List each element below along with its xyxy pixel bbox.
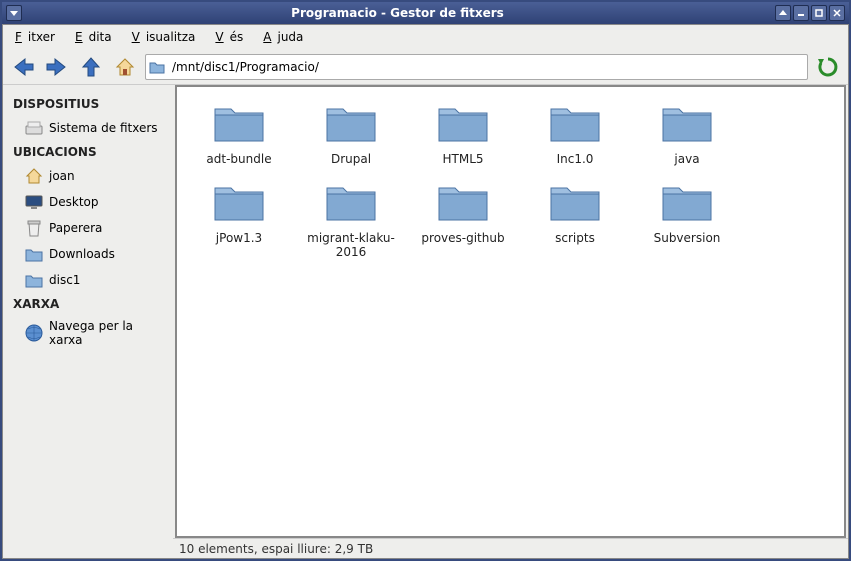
titlebar[interactable]: Programacio - Gestor de fitxers [2,2,849,24]
shade-button[interactable] [775,5,791,21]
trash-icon [25,219,43,237]
file-item[interactable]: HTML5 [407,101,519,166]
menubar: Fitxer Edita Visualitza Vés Ajuda [3,25,848,49]
folder-icon [547,101,603,148]
maximize-button[interactable] [811,5,827,21]
network-header: XARXA [9,293,167,315]
drive-icon [25,119,43,137]
file-label: adt-bundle [202,152,275,166]
content-area: DISPOSITIUS Sistema de fitxers UBICACION… [3,85,848,558]
sidebar-item-label: Desktop [49,195,99,209]
main-column: adt-bundle Drupal HTML5 Inc1.0 java jPow1.3 mi… [173,85,848,558]
file-label: HTML5 [438,152,487,166]
globe-icon [25,324,43,342]
sidebar-item-label: Sistema de fitxers [49,121,158,135]
window-frame: Programacio - Gestor de fitxers Fitxer E… [0,0,851,561]
folder-icon [547,180,603,227]
sidebar-item-places-0[interactable]: joan [9,163,167,189]
file-item[interactable]: Subversion [631,180,743,259]
file-item[interactable]: Drupal [295,101,407,166]
file-label: proves-github [417,231,508,245]
file-label: Subversion [650,231,725,245]
home-button[interactable] [111,53,139,81]
folder-icon [659,180,715,227]
menu-file[interactable]: Fitxer [9,28,67,46]
toolbar [3,49,848,85]
display-icon [25,193,43,211]
file-item[interactable]: scripts [519,180,631,259]
folder-icon [211,101,267,148]
reload-button[interactable] [814,53,842,81]
folder-icon [435,180,491,227]
minimize-button[interactable] [793,5,809,21]
sidebar-item-label: Downloads [49,247,115,261]
sidebar-item-devices-0[interactable]: Sistema de fitxers [9,115,167,141]
menu-go[interactable]: Vés [209,28,255,46]
file-item[interactable]: jPow1.3 [183,180,295,259]
folder-icon [25,245,43,263]
folder-icon [146,60,168,74]
file-item[interactable]: Inc1.0 [519,101,631,166]
folder-icon [211,180,267,227]
location-bar [145,54,808,80]
file-pane[interactable]: adt-bundle Drupal HTML5 Inc1.0 java jPow1.3 mi… [175,85,846,538]
file-item[interactable]: proves-github [407,180,519,259]
sidebar-item-places-4[interactable]: disc1 [9,267,167,293]
file-label: jPow1.3 [212,231,266,245]
file-item[interactable]: java [631,101,743,166]
system-menu-button[interactable] [6,5,22,21]
forward-button[interactable] [43,53,71,81]
file-label: Drupal [327,152,375,166]
folder-icon [25,271,43,289]
file-label: Inc1.0 [553,152,598,166]
file-item[interactable]: migrant-klaku-2016 [295,180,407,259]
menu-edit[interactable]: Edita [69,28,124,46]
location-input[interactable] [168,60,807,74]
menu-view[interactable]: Visualitza [126,28,208,46]
sidebar-item-label: Paperera [49,221,102,235]
sidebar-item-network-0[interactable]: Navega per la xarxa [9,315,167,351]
window-body: Fitxer Edita Visualitza Vés Ajuda [2,24,849,559]
sidebar-item-label: joan [49,169,75,183]
places-header: UBICACIONS [9,141,167,163]
status-bar: 10 elements, espai lliure: 2,9 TB [173,538,848,558]
sidebar: DISPOSITIUS Sistema de fitxers UBICACION… [3,85,173,558]
file-label: migrant-klaku-2016 [295,231,407,259]
file-label: java [670,152,703,166]
window-title: Programacio - Gestor de fitxers [22,6,773,20]
home-icon [25,167,43,185]
sidebar-item-label: disc1 [49,273,80,287]
sidebar-item-places-2[interactable]: Paperera [9,215,167,241]
folder-icon [323,180,379,227]
menu-help[interactable]: Ajuda [257,28,315,46]
back-button[interactable] [9,53,37,81]
sidebar-item-label: Navega per la xarxa [49,319,161,347]
folder-icon [435,101,491,148]
close-button[interactable] [829,5,845,21]
file-label: scripts [551,231,599,245]
sidebar-item-places-1[interactable]: Desktop [9,189,167,215]
folder-icon [323,101,379,148]
sidebar-item-places-3[interactable]: Downloads [9,241,167,267]
devices-header: DISPOSITIUS [9,93,167,115]
up-button[interactable] [77,53,105,81]
file-item[interactable]: adt-bundle [183,101,295,166]
folder-icon [659,101,715,148]
